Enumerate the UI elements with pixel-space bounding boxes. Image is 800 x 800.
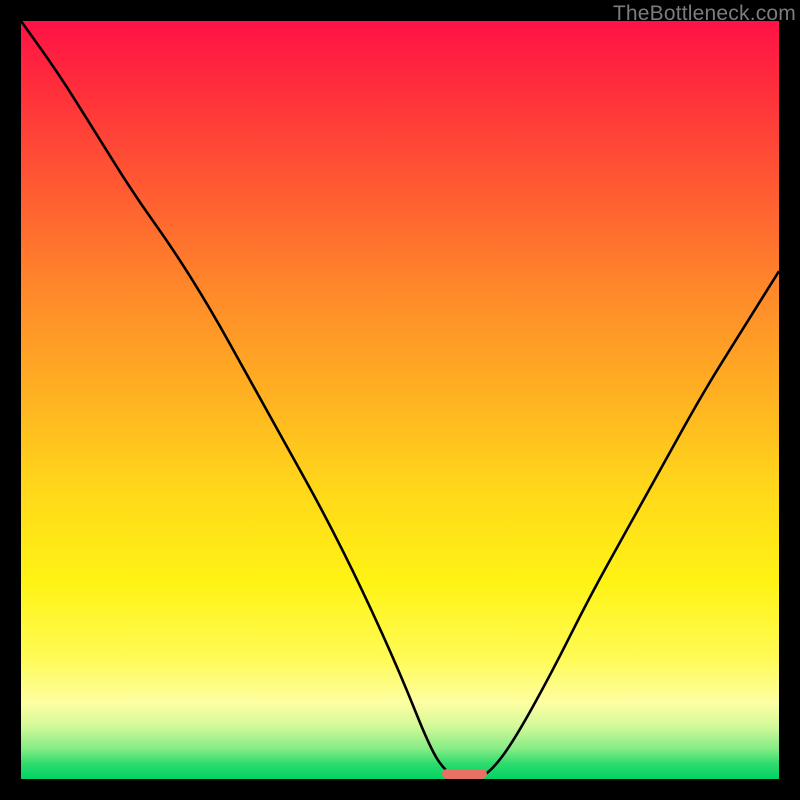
optimal-marker-pill <box>442 769 487 779</box>
curve-svg <box>21 21 779 779</box>
chart-frame <box>21 21 779 779</box>
watermark-text: TheBottleneck.com <box>613 2 796 26</box>
bottleneck-curve-path <box>21 21 779 779</box>
